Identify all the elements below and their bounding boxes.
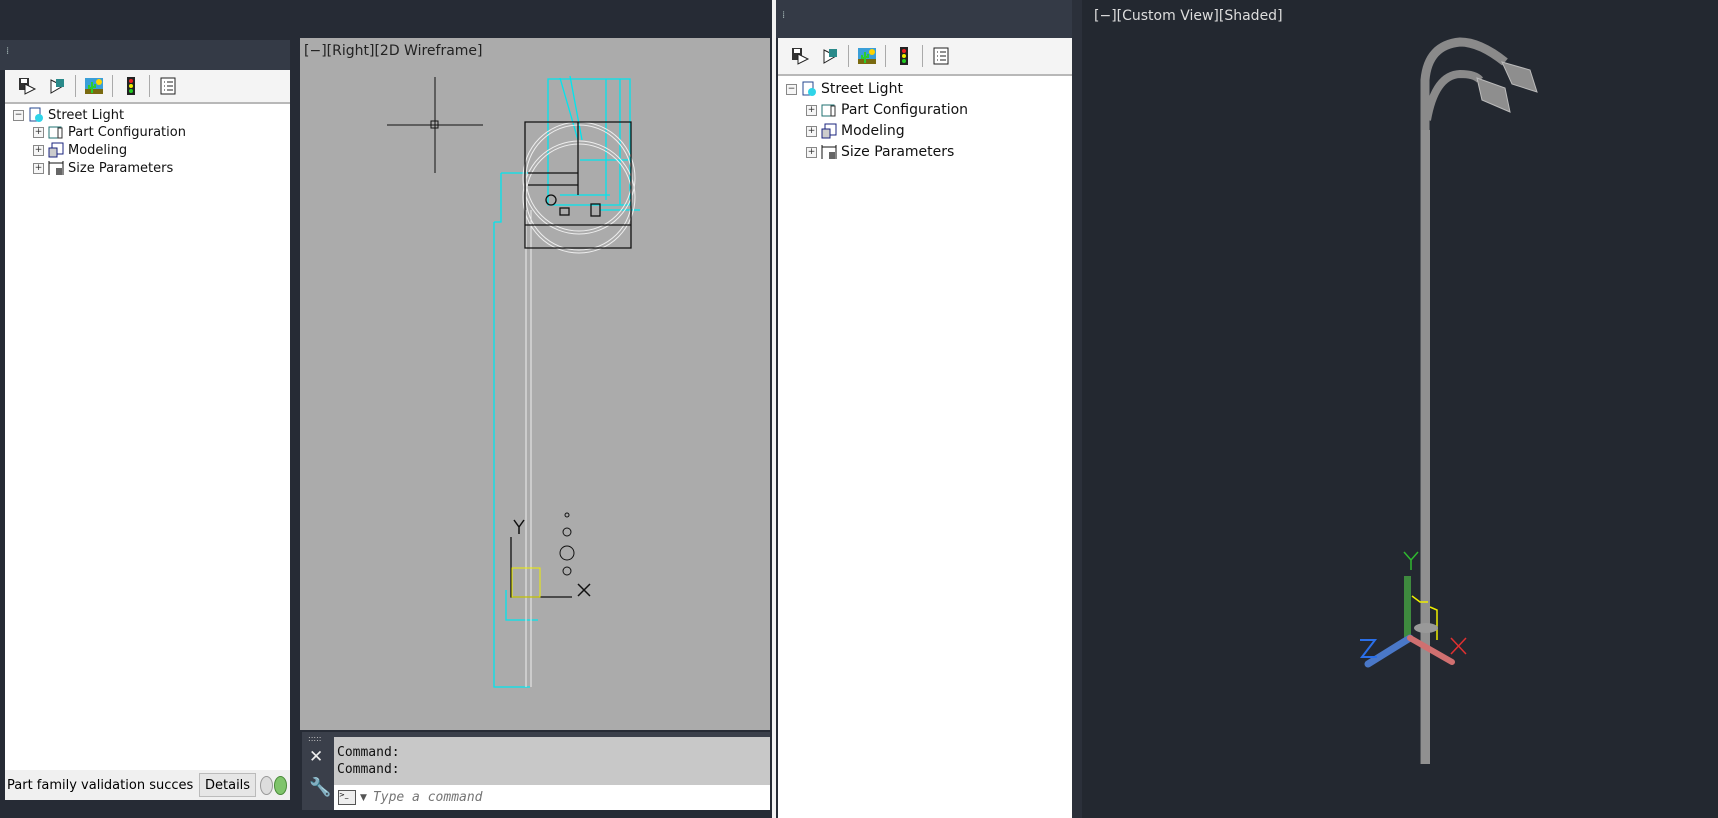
expand-icon[interactable]: + [806, 104, 817, 116]
collapse-icon[interactable]: − [13, 109, 24, 121]
tree-label: Street Light [821, 81, 903, 97]
left-toolbar [5, 70, 290, 104]
cyan-profile [493, 75, 640, 688]
command-history: Command: Command: [334, 737, 770, 785]
status-light-green-icon [274, 775, 288, 795]
shaded-street-light-model [1359, 37, 1538, 764]
tree-label: Size Parameters [68, 160, 174, 176]
tree-label: Modeling [841, 123, 905, 139]
pole-outline [522, 121, 636, 687]
tree-label: Size Parameters [841, 144, 955, 160]
list-icon[interactable] [156, 74, 180, 98]
save-as-part-icon[interactable] [818, 44, 842, 68]
command-prompt-icon[interactable]: >_ [338, 790, 356, 805]
list-icon[interactable] [929, 44, 953, 68]
ucs-icon-3d [1359, 551, 1467, 668]
tree-label: Part Configuration [68, 124, 186, 140]
collapse-icon[interactable]: − [786, 83, 797, 95]
crosshair-cursor [387, 77, 483, 173]
save-part-icon[interactable] [788, 44, 812, 68]
tree-label: Part Configuration [841, 102, 969, 118]
expand-icon[interactable]: + [806, 125, 817, 137]
upper-lamp-head [1501, 61, 1538, 93]
part-image-icon[interactable] [855, 44, 879, 68]
tree-node-street-light[interactable]: − Street Light [786, 80, 903, 98]
panel-divider[interactable] [772, 0, 776, 818]
tree-node-modeling[interactable]: + Modeling [806, 122, 905, 140]
command-input[interactable] [370, 789, 755, 806]
right-tree: − Street Light + Part Configuration + Mo… [778, 76, 1072, 818]
toolbar-separator [922, 45, 923, 67]
size-parameters-icon [48, 161, 64, 175]
part-family-icon [29, 107, 43, 122]
drag-grip-icon[interactable]: ⁞ [782, 10, 786, 21]
size-parameters-icon [821, 145, 837, 159]
tree-node-street-light[interactable]: − Street Light [13, 106, 124, 124]
command-input-row: >_ ▼ [334, 785, 770, 810]
lower-arm [1423, 69, 1484, 121]
toolbar-separator [112, 75, 113, 97]
status-bar: Part family validation succes Details [5, 770, 290, 800]
lower-lamp-head [1476, 77, 1511, 113]
toolbar-separator [149, 75, 150, 97]
modeling-icon [48, 142, 64, 158]
viewport-custom-shaded[interactable]: [−][Custom View][Shaded] X Y Z [1072, 0, 1718, 818]
expand-icon[interactable]: + [806, 146, 817, 158]
expand-icon[interactable]: + [33, 126, 44, 138]
ucs-icon-2d [510, 512, 591, 598]
part-family-icon [802, 81, 816, 96]
expand-icon[interactable]: + [33, 144, 44, 156]
expand-icon[interactable]: + [33, 162, 44, 174]
history-line: Command: [337, 745, 400, 760]
wrench-icon[interactable]: 🔧 [309, 777, 331, 798]
part-configuration-icon [48, 126, 63, 139]
tree-label: Street Light [48, 107, 125, 123]
close-icon[interactable]: ✕ [309, 747, 323, 767]
command-line: ::::: ✕ 🔧 Command: Command: >_ ▼ [302, 732, 770, 810]
wireframe-drawing [387, 75, 640, 688]
tree-label: Modeling [68, 142, 128, 158]
toolbar-separator [75, 75, 76, 97]
left-tree: − Street Light + Part Configuration + Mo… [5, 104, 290, 770]
details-button[interactable]: Details [199, 773, 257, 797]
tree-node-modeling[interactable]: + Modeling [33, 141, 127, 159]
tree-node-size-parameters[interactable]: + Size Parameters [33, 159, 173, 177]
toolbar-separator [885, 45, 886, 67]
chevron-down-icon[interactable]: ▼ [360, 793, 367, 803]
right-toolbar [778, 38, 1072, 76]
validate-traffic-light-icon[interactable] [119, 74, 143, 98]
history-line: Command: [337, 762, 400, 777]
save-as-part-icon[interactable] [45, 74, 69, 98]
tree-node-part-configuration[interactable]: + Part Configuration [33, 123, 186, 141]
pole [1421, 130, 1430, 764]
save-part-icon[interactable] [15, 74, 39, 98]
status-light-off-icon [260, 775, 274, 795]
toolbar-separator [848, 45, 849, 67]
part-image-icon[interactable] [82, 74, 106, 98]
tree-node-part-configuration[interactable]: + Part Configuration [806, 101, 968, 119]
command-grip-icon[interactable]: ::::: [308, 734, 321, 743]
drag-grip-icon[interactable]: ⁞ [6, 46, 10, 57]
left-panel-header: ⁞ [0, 40, 290, 70]
status-text: Part family validation succes [7, 777, 194, 793]
validate-traffic-light-icon[interactable] [892, 44, 916, 68]
right-panel-header: ⁞ [776, 0, 1072, 38]
viewport-right-wireframe[interactable]: [−][Right][2D Wireframe] [300, 38, 770, 730]
part-configuration-icon [821, 104, 836, 117]
modeling-icon [821, 123, 837, 139]
tree-node-size-parameters[interactable]: + Size Parameters [806, 143, 954, 161]
